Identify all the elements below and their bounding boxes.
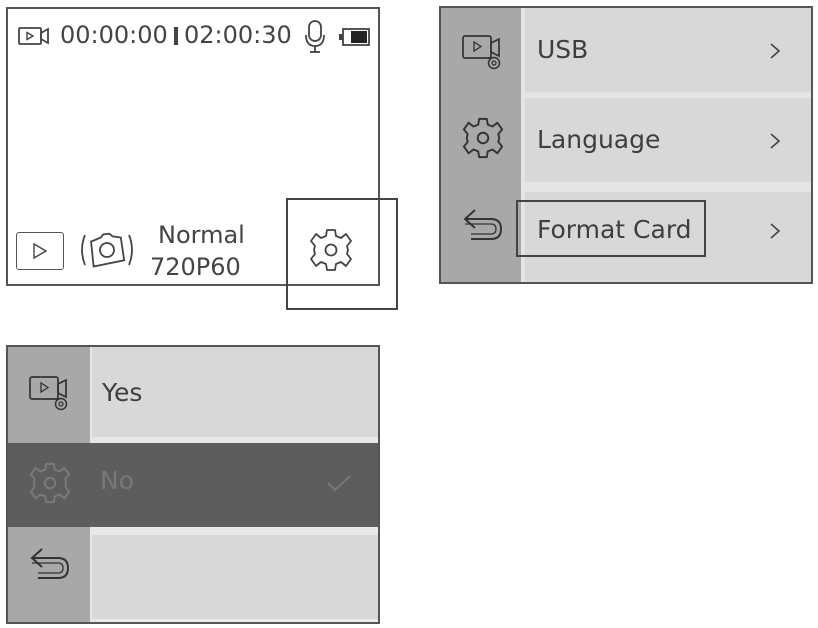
option-label: Yes: [102, 378, 143, 407]
video-camera-icon: [18, 25, 50, 47]
gear-icon: [28, 461, 72, 505]
microphone-icon: [304, 20, 326, 54]
chevron-right-icon: [769, 42, 781, 60]
option-empty: [92, 535, 378, 619]
menu-item-language[interactable]: Language: [525, 98, 811, 182]
playback-button[interactable]: [16, 232, 64, 270]
battery-icon: [338, 27, 370, 47]
back-arrow-icon[interactable]: [461, 206, 505, 244]
camera-flip-icon[interactable]: [78, 231, 136, 269]
video-settings-icon[interactable]: [28, 375, 72, 413]
video-mode-label: Normal: [158, 221, 245, 249]
card-bar-icon: [174, 27, 178, 45]
format-confirm-screen: Yes No: [6, 345, 380, 624]
option-no[interactable]: No: [8, 443, 378, 527]
video-settings-icon[interactable]: [461, 34, 505, 72]
checkmark-icon: [326, 473, 352, 493]
option-label: No: [100, 466, 134, 495]
menu-item-label: Language: [537, 125, 661, 154]
chevron-right-icon: [769, 132, 781, 150]
resolution-label: 720P60: [150, 253, 241, 281]
chevron-right-icon: [769, 222, 781, 240]
menu-item-label: USB: [537, 35, 589, 64]
elapsed-time: 00:00:00: [60, 21, 168, 49]
back-arrow-icon[interactable]: [28, 545, 72, 583]
remaining-time: 02:00:30: [184, 21, 292, 49]
option-yes[interactable]: Yes: [92, 347, 378, 437]
menu-item-usb[interactable]: USB: [525, 8, 811, 92]
settings-highlight-box: [286, 198, 398, 310]
menu-sidebar: [441, 8, 521, 282]
play-icon: [33, 242, 48, 260]
gear-icon[interactable]: [461, 116, 505, 160]
format-card-highlight-box: [516, 200, 706, 257]
